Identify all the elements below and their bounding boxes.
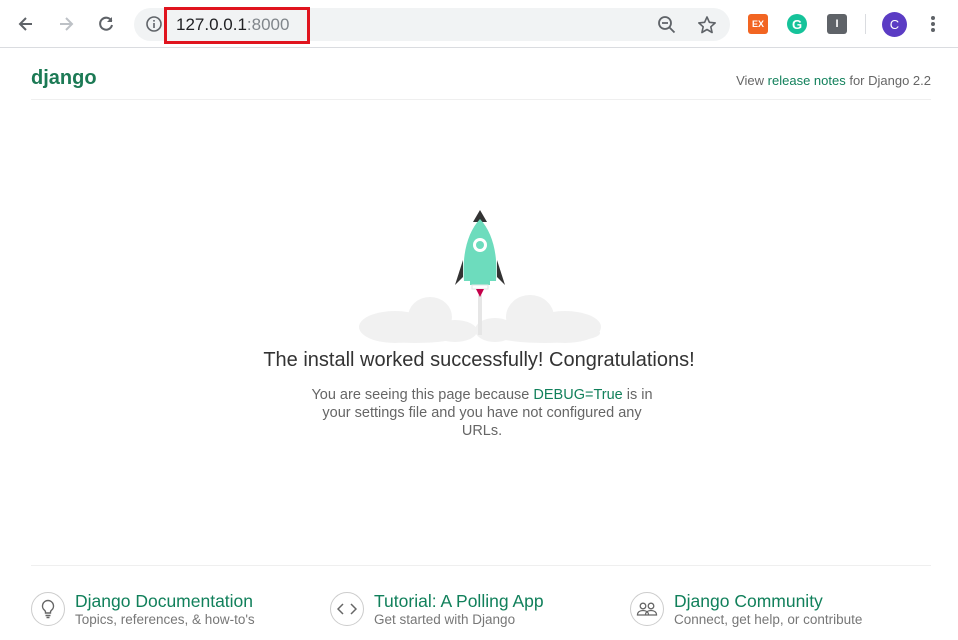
lightbulb-icon (31, 592, 65, 626)
bookmark-button[interactable] (696, 14, 718, 36)
arrow-right-icon (60, 17, 74, 31)
debug-setting: DEBUG=True (533, 387, 623, 403)
success-headline: The install worked successfully! Congrat… (263, 349, 695, 371)
zoom-out-icon (658, 16, 676, 34)
django-logo[interactable]: django (31, 67, 97, 90)
community-card-subtitle: Connect, get help, or contribute (674, 612, 863, 627)
docs-card-subtitle: Topics, references, & how-to's (75, 612, 255, 627)
community-card[interactable]: Django Community Connect, get help, or c… (630, 590, 930, 630)
arrow-left-icon (18, 17, 32, 31)
code-icon (330, 592, 364, 626)
docs-card-title[interactable]: Django Documentation (75, 591, 253, 612)
people-icon (630, 592, 664, 626)
sub-prefix: You are seeing this page because (311, 387, 534, 403)
reload-icon (99, 16, 113, 31)
community-card-title[interactable]: Django Community (674, 591, 823, 612)
tutorial-card-subtitle: Get started with Django (374, 612, 516, 627)
grammarly-extension-icon[interactable]: G (787, 14, 807, 34)
tutorial-card[interactable]: Tutorial: A Polling App Get started with… (330, 590, 610, 630)
reload-button[interactable] (92, 10, 120, 38)
rocket-icon (359, 210, 601, 343)
release-prefix: View (736, 73, 768, 88)
zoom-out-button[interactable] (656, 14, 678, 36)
release-notes-link[interactable]: release notes (768, 73, 846, 88)
info-icon[interactable] (146, 16, 162, 32)
release-notes-text: View release notes for Django 2.2 (736, 73, 931, 88)
dark-extension-icon[interactable]: I (827, 14, 847, 34)
debug-explanation: You are seeing this page because DEBUG=T… (309, 386, 655, 440)
toolbar-divider (865, 14, 866, 34)
docs-card[interactable]: Django Documentation Topics, references,… (31, 590, 311, 630)
footer-divider (31, 565, 931, 566)
tutorial-card-title[interactable]: Tutorial: A Polling App (374, 591, 544, 612)
ex-extension-icon[interactable]: EX (748, 14, 768, 34)
url-highlight-box (164, 7, 310, 44)
rocket-illustration (355, 205, 605, 345)
profile-avatar[interactable]: C (882, 12, 907, 37)
back-button[interactable] (12, 10, 40, 38)
more-vertical-icon (931, 16, 935, 32)
browser-toolbar: 127.0.0.1:8000 EX G I C (0, 0, 958, 48)
page-header: django View release notes for Django 2.2 (31, 65, 931, 100)
forward-button[interactable] (52, 10, 80, 38)
browser-menu-button[interactable] (922, 13, 944, 35)
release-suffix: for Django 2.2 (845, 73, 931, 88)
star-icon (698, 16, 716, 34)
